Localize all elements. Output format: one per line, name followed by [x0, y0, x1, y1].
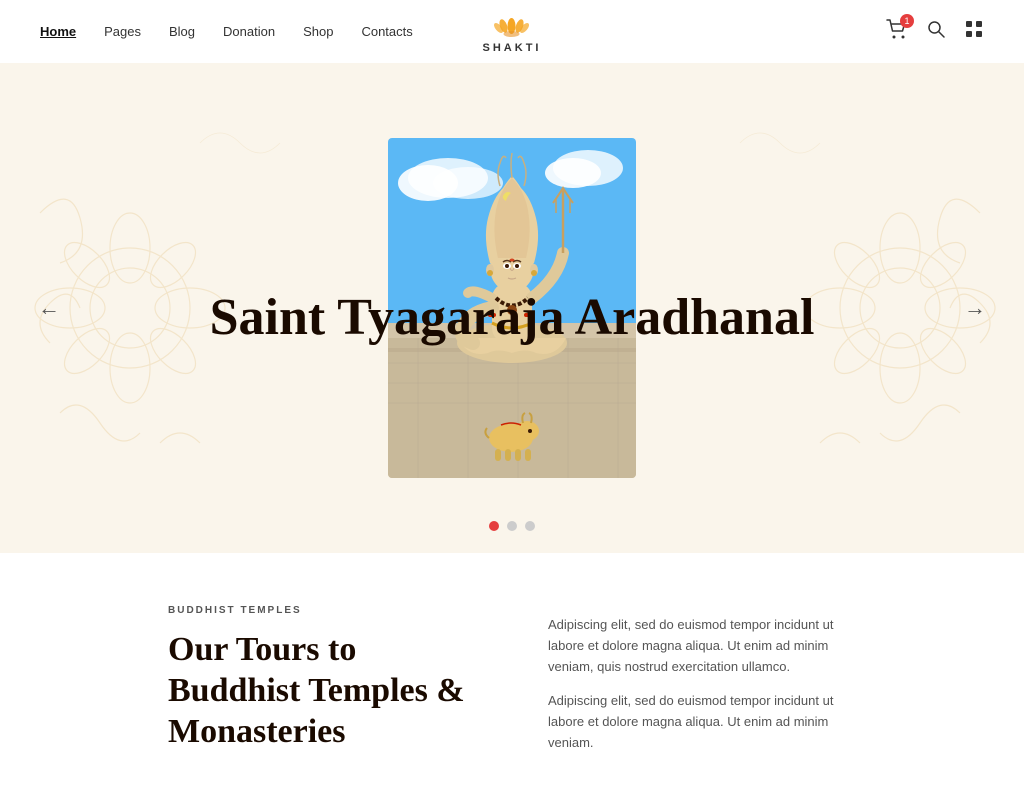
- hero-section: Saint Tyagaraja Aradhanal ← →: [0, 63, 1024, 553]
- section-heading: Our Tours to Buddhist Temples & Monaster…: [168, 630, 488, 752]
- main-nav: Home Pages Blog Donation Shop Contacts: [40, 24, 413, 39]
- grid-icon: [964, 19, 984, 39]
- header-actions: 1: [886, 18, 984, 45]
- content-section: BUDDHIST TEMPLES Our Tours to Buddhist T…: [0, 553, 1024, 808]
- section-left: BUDDHIST TEMPLES Our Tours to Buddhist T…: [168, 605, 488, 752]
- section-right: Adipiscing elit, sed do euismod tempor i…: [548, 605, 856, 768]
- search-icon: [926, 19, 946, 39]
- nav-blog[interactable]: Blog: [169, 24, 195, 39]
- hero-content: [388, 138, 636, 478]
- grid-menu-button[interactable]: [964, 19, 984, 44]
- hero-pagination: [489, 521, 535, 531]
- section-para-2: Adipiscing elit, sed do euismod tempor i…: [548, 691, 856, 753]
- logo-flower-icon: [494, 10, 530, 40]
- nav-home[interactable]: Home: [40, 24, 76, 39]
- nav-donation[interactable]: Donation: [223, 24, 275, 39]
- section-category: BUDDHIST TEMPLES: [168, 605, 488, 616]
- hero-prev-button[interactable]: ←: [28, 285, 70, 331]
- logo-text: SHAKTI: [483, 42, 542, 54]
- nav-pages[interactable]: Pages: [104, 24, 141, 39]
- hero-next-button[interactable]: →: [954, 285, 996, 331]
- hero-dot-3[interactable]: [525, 521, 535, 531]
- cart-button[interactable]: 1: [886, 18, 908, 45]
- hero-statue-illustration: [388, 138, 636, 478]
- nav-contacts[interactable]: Contacts: [361, 24, 412, 39]
- hero-dot-2[interactable]: [507, 521, 517, 531]
- hero-dot-1[interactable]: [489, 521, 499, 531]
- hero-image: [388, 138, 636, 478]
- search-button[interactable]: [926, 19, 946, 44]
- header: Home Pages Blog Donation Shop Contacts S…: [0, 0, 1024, 63]
- nav-shop[interactable]: Shop: [303, 24, 333, 39]
- cart-badge: 1: [900, 14, 914, 28]
- section-para-1: Adipiscing elit, sed do euismod tempor i…: [548, 615, 856, 677]
- logo[interactable]: SHAKTI: [483, 10, 542, 54]
